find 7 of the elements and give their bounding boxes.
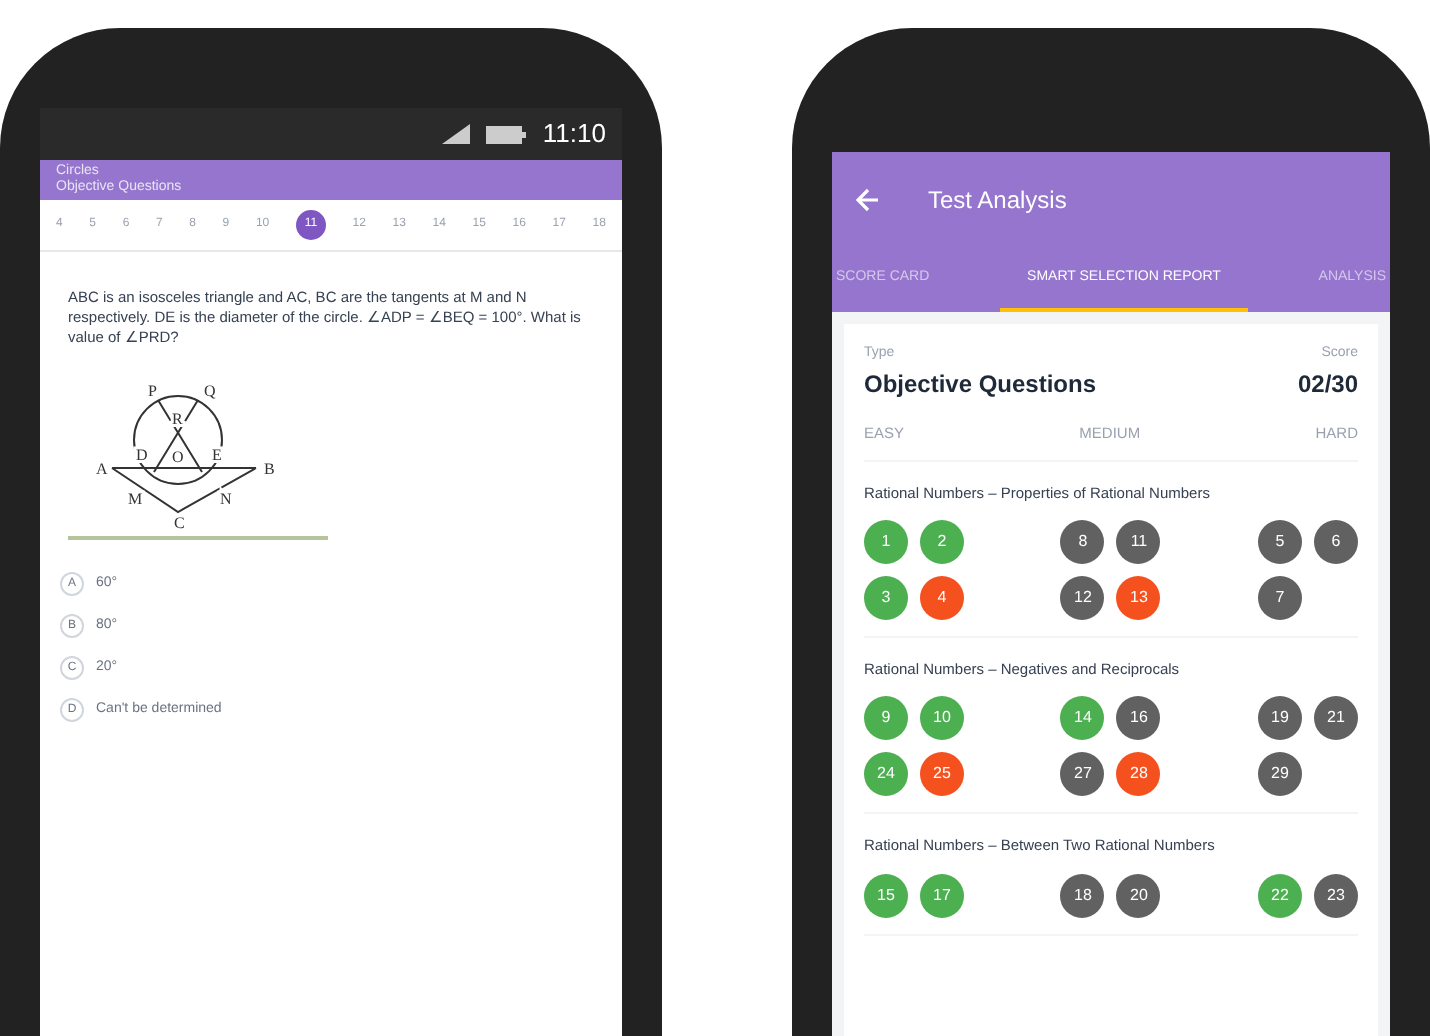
clock-time: 11:10 — [542, 116, 606, 153]
battery-icon — [486, 125, 527, 143]
back-arrow-icon[interactable] — [855, 188, 880, 212]
type-value: Objective Questions — [863, 367, 1097, 401]
signal-icon — [442, 124, 471, 144]
score-value: 02/30 — [1297, 367, 1358, 401]
screen-title: Test Analysis — [927, 184, 1067, 218]
